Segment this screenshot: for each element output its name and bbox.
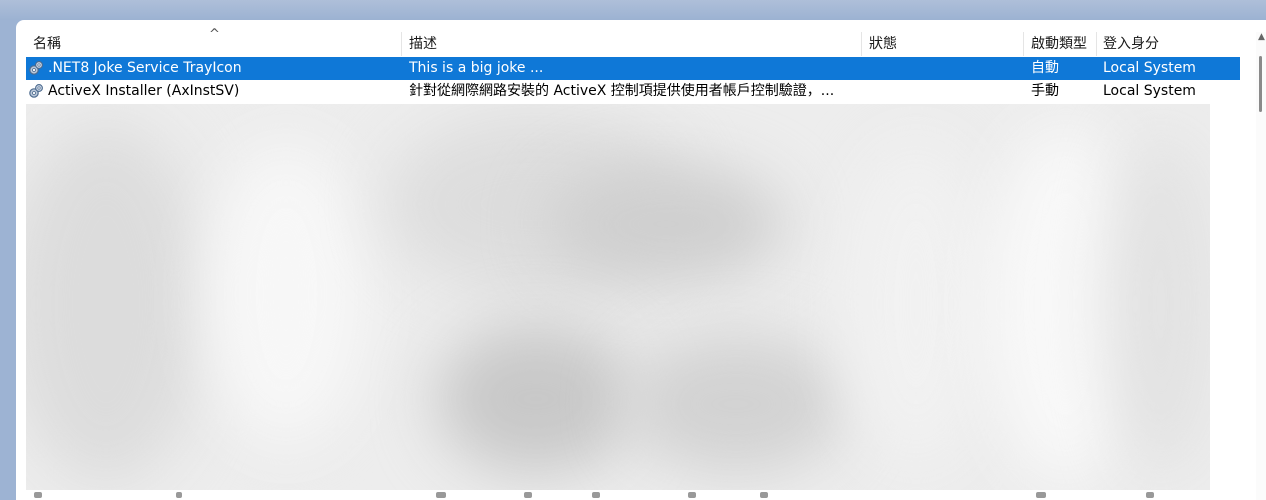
vertical-scrollbar[interactable]: ▲: [1256, 32, 1266, 500]
column-header-startup-type[interactable]: 啟動類型: [1031, 32, 1087, 56]
window-top-band: [0, 0, 1266, 20]
table-row[interactable]: ActiveX Installer (AxInstSV) 針對從網際網路安裝的 …: [26, 80, 1240, 103]
column-header-description-label: 描述: [409, 36, 437, 52]
sort-ascending-icon: ^: [209, 27, 220, 42]
service-startup-type: 手動: [1031, 83, 1059, 99]
partial-row-fragment: [760, 492, 768, 498]
column-header-name-label: 名稱: [33, 36, 61, 52]
column-header-row: 名稱 ^ 描述 狀態 啟動類型 登入身分: [16, 28, 1256, 56]
service-log-on-as: Local System: [1103, 83, 1196, 99]
blurred-service-rows: [26, 104, 1210, 490]
partial-row-fragment: [1036, 492, 1046, 498]
service-name: ActiveX Installer (AxInstSV): [48, 83, 240, 99]
column-header-log-on-as-label: 登入身分: [1103, 36, 1159, 52]
column-divider[interactable]: [1096, 32, 1097, 56]
scroll-up-icon[interactable]: ▲: [1258, 32, 1265, 42]
partial-row: [16, 490, 1256, 500]
partial-row-fragment: [436, 492, 446, 498]
column-header-startup-type-label: 啟動類型: [1031, 36, 1087, 52]
partial-row-fragment: [688, 492, 696, 498]
gear-icon: [29, 61, 43, 75]
service-description: 針對從網際網路安裝的 ActiveX 控制項提供使用者帳戶控制驗證，...: [409, 83, 835, 99]
partial-row-fragment: [592, 492, 600, 498]
table-row[interactable]: .NET8 Joke Service TrayIcon This is a bi…: [26, 57, 1240, 80]
gear-icon: [29, 84, 43, 98]
partial-row-fragment: [34, 492, 42, 498]
services-list: 名稱 ^ 描述 狀態 啟動類型 登入身分 .NET8 Joke Service …: [16, 20, 1256, 500]
column-header-status-label: 狀態: [869, 36, 897, 52]
service-description: This is a big joke ...: [409, 60, 544, 76]
column-header-log-on-as[interactable]: 登入身分: [1103, 32, 1159, 56]
service-startup-type: 自動: [1031, 60, 1059, 76]
column-divider[interactable]: [1023, 32, 1024, 56]
column-header-description[interactable]: 描述: [409, 32, 437, 56]
partial-row-fragment: [1146, 492, 1154, 498]
column-header-status[interactable]: 狀態: [869, 32, 897, 56]
services-window: 名稱 ^ 描述 狀態 啟動類型 登入身分 .NET8 Joke Service …: [16, 20, 1266, 500]
scrollbar-thumb[interactable]: [1259, 56, 1262, 112]
partial-row-fragment: [176, 492, 182, 498]
service-log-on-as: Local System: [1103, 60, 1196, 76]
column-header-name[interactable]: 名稱: [33, 32, 61, 56]
column-divider[interactable]: [401, 32, 402, 56]
service-name: .NET8 Joke Service TrayIcon: [48, 60, 242, 76]
partial-row-fragment: [524, 492, 532, 498]
column-divider[interactable]: [861, 32, 862, 56]
